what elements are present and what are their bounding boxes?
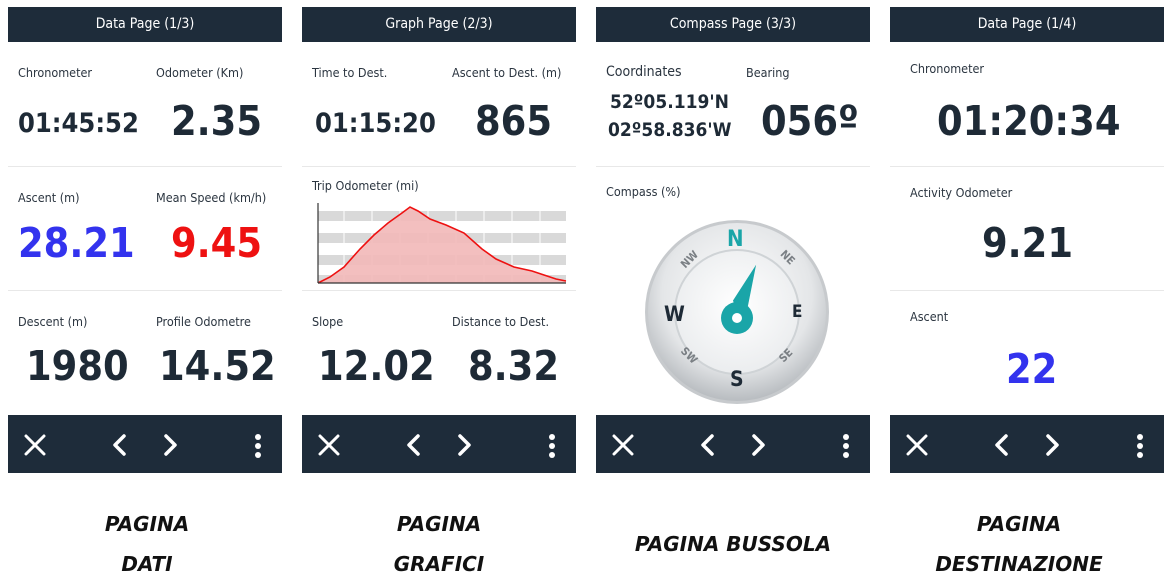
field-label: Ascent to Dest. (m) (452, 65, 562, 80)
caption-line: DATI (121, 552, 173, 576)
chevron-right-icon[interactable] (1045, 434, 1061, 456)
page-title: Compass Page (3/3) (596, 7, 870, 42)
field-label: Time to Dest. (312, 65, 388, 80)
elevation-profile-graph (317, 203, 567, 284)
compass-letter-e: E (792, 302, 803, 322)
field-label: Activity Odometer (910, 185, 1013, 200)
field-value: 8.32 (468, 342, 560, 390)
divider (596, 166, 870, 167)
field-label: Mean Speed (km/h) (156, 190, 267, 205)
field-label: Slope (312, 314, 344, 329)
chevron-left-icon[interactable] (405, 434, 421, 456)
longitude-value: 02º58.836'W (608, 119, 732, 141)
caption-line: PAGINA (104, 512, 190, 536)
compass-letter-w: W (664, 302, 685, 326)
caption-line: PAGINA BUSSOLA (634, 532, 832, 556)
chevron-left-icon[interactable] (699, 434, 715, 456)
compass-letter-s: S (730, 367, 744, 391)
bottom-toolbar (302, 415, 576, 473)
field-label: Distance to Dest. (452, 314, 550, 329)
caption-line: GRAFICI (393, 552, 485, 576)
field-label: Profile Odometre (156, 314, 251, 329)
bearing-label: Bearing (746, 65, 790, 80)
field-label: Descent (m) (18, 314, 88, 329)
coordinates-label: Coordinates (606, 64, 682, 80)
caption-line: PAGINA (396, 512, 482, 536)
bottom-toolbar (890, 415, 1164, 473)
page-title: Graph Page (2/3) (302, 7, 576, 42)
compass-label: Compass (%) (606, 184, 681, 199)
bearing-value: 056º (761, 97, 859, 145)
caption-destination-page: PAGINA DESTINAZIONE (872, 504, 1166, 581)
field-value: 1980 (26, 342, 129, 390)
field-value: 01:15:20 (315, 108, 436, 139)
caption-data-page: PAGINA DATI (0, 504, 294, 581)
field-label: Ascent (m) (18, 190, 80, 205)
caption-line: PAGINA (976, 512, 1062, 536)
graph-label: Trip Odometer (mi) (312, 178, 419, 193)
more-vertical-icon[interactable] (1136, 434, 1144, 458)
field-value: 12.02 (318, 342, 435, 390)
chevron-right-icon[interactable] (457, 434, 473, 456)
chevron-right-icon[interactable] (163, 434, 179, 456)
field-value: 01:45:52 (18, 108, 139, 139)
latitude-value: 52º05.119'N (610, 91, 729, 113)
field-label: Ascent (910, 309, 949, 324)
close-icon[interactable] (24, 434, 46, 456)
compass-letter-n: N (727, 227, 744, 252)
divider (302, 290, 576, 291)
divider (8, 290, 282, 291)
bottom-toolbar (596, 415, 870, 473)
graph-page-screen: Graph Page (2/3) Time to Dest. 01:15:20 … (302, 7, 576, 473)
close-icon[interactable] (906, 434, 928, 456)
page-title: Data Page (1/3) (8, 7, 282, 42)
field-value: 28.21 (18, 219, 135, 267)
more-vertical-icon[interactable] (254, 434, 262, 458)
chevron-left-icon[interactable] (111, 434, 127, 456)
field-label: Chronometer (18, 65, 93, 80)
divider (8, 166, 282, 167)
page-title: Data Page (1/4) (890, 7, 1164, 42)
field-value: 01:20:34 (937, 97, 1121, 145)
field-label: Odometer (Km) (156, 65, 244, 80)
divider (890, 166, 1164, 167)
compass-page-screen: Compass Page (3/3) Coordinates 52º05.119… (596, 7, 870, 473)
field-value: 14.52 (159, 342, 276, 390)
caption-compass-page: PAGINA BUSSOLA (586, 504, 880, 564)
data-page-screen: Data Page (1/3) Chronometer 01:45:52 Odo… (8, 7, 282, 473)
caption-graph-page: PAGINA GRAFICI (292, 504, 586, 581)
chevron-right-icon[interactable] (751, 434, 767, 456)
field-value: 2.35 (171, 97, 263, 145)
close-icon[interactable] (612, 434, 634, 456)
field-label: Chronometer (910, 61, 985, 76)
field-value: 865 (475, 97, 552, 145)
bottom-toolbar (8, 415, 282, 473)
divider (890, 290, 1164, 291)
chevron-left-icon[interactable] (993, 434, 1009, 456)
caption-line: DESTINAZIONE (935, 552, 1103, 576)
divider (302, 166, 576, 167)
close-icon[interactable] (318, 434, 340, 456)
more-vertical-icon[interactable] (842, 434, 850, 458)
field-value: 22 (1006, 345, 1058, 393)
field-value: 9.21 (982, 219, 1074, 267)
field-value: 9.45 (171, 219, 263, 267)
more-vertical-icon[interactable] (548, 434, 556, 458)
data-page-screen: Data Page (1/4) Chronometer 01:20:34 Act… (890, 7, 1164, 473)
